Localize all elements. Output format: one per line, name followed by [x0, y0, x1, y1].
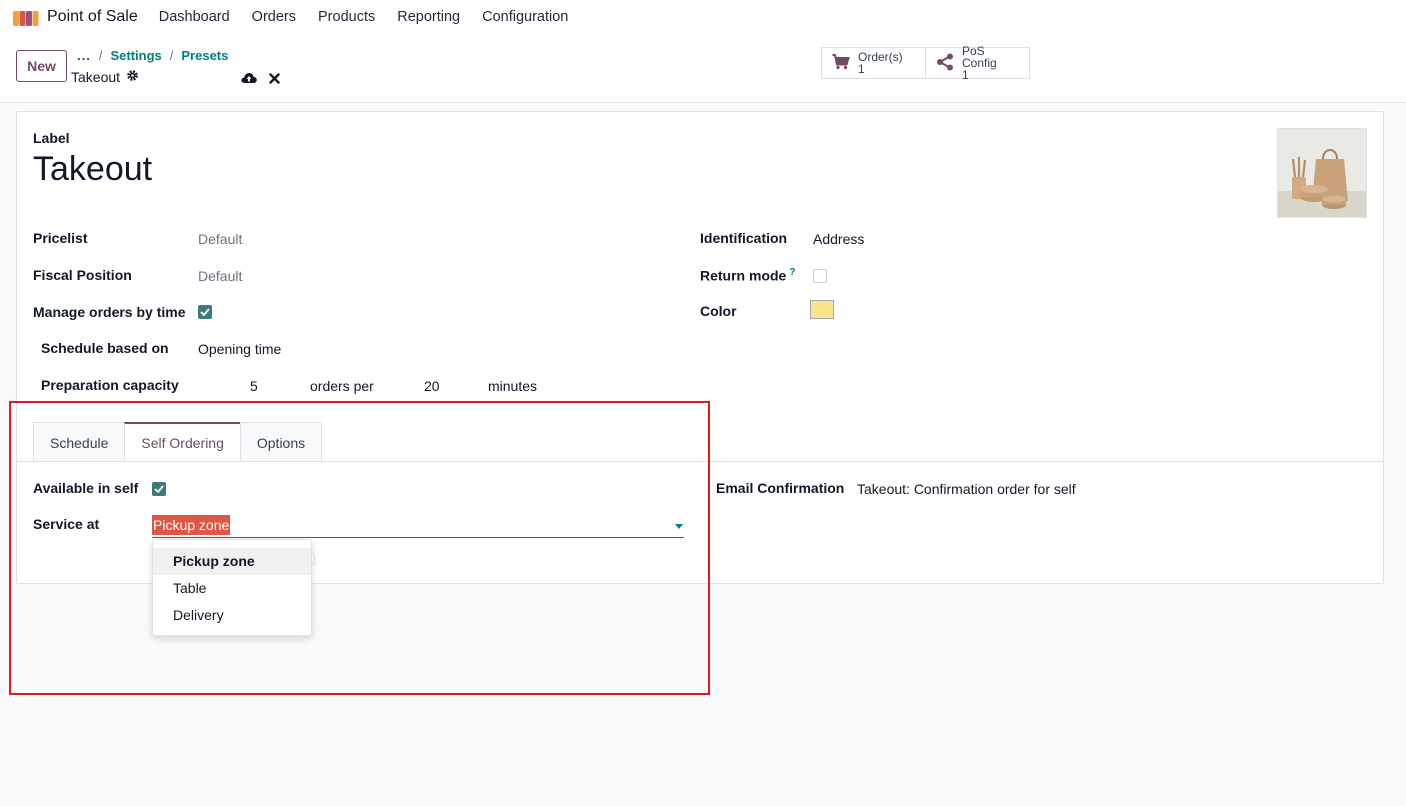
pos-config-smart-label: PoS Config — [962, 44, 997, 70]
email-confirmation-field[interactable]: Takeout: Confirmation order for self — [857, 481, 1076, 497]
cart-icon — [832, 53, 850, 73]
color-picker[interactable] — [810, 300, 834, 319]
menu-reporting[interactable]: Reporting — [386, 9, 471, 25]
share-icon — [936, 53, 954, 74]
menu-orders[interactable]: Orders — [241, 9, 307, 25]
new-button[interactable]: New — [16, 50, 67, 82]
preset-image[interactable] — [1277, 128, 1367, 218]
fiscal-position-label: Fiscal Position — [33, 267, 132, 283]
orders-smart-button[interactable]: Order(s) 1 — [821, 47, 926, 79]
menu-dashboard[interactable]: Dashboard — [148, 9, 241, 25]
breadcrumb-separator: / — [169, 48, 174, 63]
record-name: Takeout — [71, 69, 139, 85]
breadcrumb-presets[interactable]: Presets — [181, 48, 228, 63]
pricelist-field[interactable]: Default — [198, 231, 242, 247]
gear-icon[interactable] — [126, 69, 139, 85]
schedule-based-label: Schedule based on — [41, 340, 169, 356]
main-menu: Dashboard Orders Products Reporting Conf… — [148, 9, 580, 25]
pos-config-smart-button[interactable]: PoS Config 1 — [926, 44, 1030, 82]
orders-smart-count: 1 — [858, 62, 865, 76]
color-label: Color — [700, 303, 737, 319]
check-icon — [200, 308, 210, 316]
preparation-capacity-label: Preparation capacity — [41, 377, 179, 393]
breadcrumb-more[interactable]: ... — [77, 48, 91, 63]
help-icon[interactable]: ? — [789, 267, 795, 278]
pos-config-smart-count: 1 — [962, 68, 969, 82]
label-caption: Label — [33, 130, 70, 146]
identification-label: Identification — [700, 230, 788, 246]
highlight-box — [9, 401, 710, 695]
control-panel: New ... / Settings / Presets Takeout Ord… — [0, 33, 1406, 103]
discard-icon[interactable] — [269, 71, 280, 87]
smart-buttons: Order(s) 1 PoS Config 1 — [821, 44, 1030, 82]
breadcrumb-settings[interactable]: Settings — [110, 48, 161, 63]
return-mode-label: Return mode? — [700, 267, 796, 284]
minutes-text: minutes — [488, 378, 538, 394]
record-title: Takeout — [71, 69, 121, 85]
email-confirmation-label: Email Confirmation — [716, 480, 845, 496]
capacity-minutes-input[interactable]: 20 — [424, 378, 440, 394]
pricelist-label: Pricelist — [33, 230, 88, 246]
return-mode-checkbox[interactable] — [813, 269, 827, 283]
menu-products[interactable]: Products — [307, 9, 386, 25]
manage-orders-label: Manage orders by time — [33, 304, 186, 320]
app-name[interactable]: Point of Sale — [47, 8, 138, 26]
manage-orders-checkbox[interactable] — [198, 305, 212, 319]
breadcrumb-separator: / — [98, 48, 103, 63]
breadcrumb: ... / Settings / Presets — [77, 48, 228, 63]
cloud-upload-icon[interactable] — [241, 71, 257, 87]
schedule-based-field[interactable]: Opening time — [198, 341, 281, 357]
capacity-orders-input[interactable]: 5 — [250, 378, 258, 394]
top-navbar: Point of Sale Dashboard Orders Products … — [0, 0, 1406, 33]
pos-app-icon[interactable] — [13, 8, 39, 26]
record-label-input[interactable]: Takeout — [33, 150, 152, 189]
fiscal-position-field[interactable]: Default — [198, 268, 242, 284]
orders-per-text: orders per — [310, 378, 374, 394]
identification-field[interactable]: Address — [813, 231, 864, 247]
menu-configuration[interactable]: Configuration — [471, 9, 579, 25]
